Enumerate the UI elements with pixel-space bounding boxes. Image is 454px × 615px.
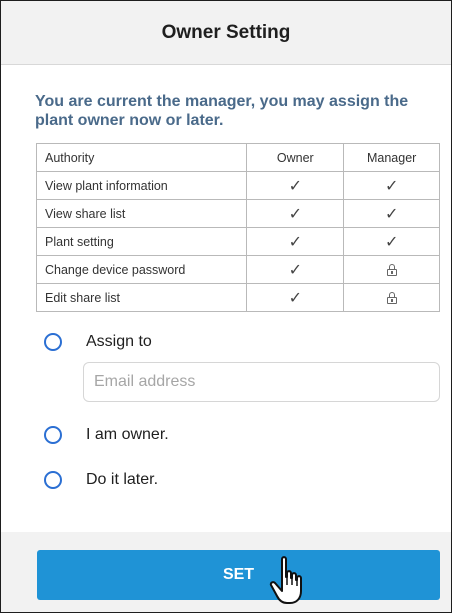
assign-to-radio[interactable] [44,333,62,351]
owner-check-icon: ✓ [246,171,345,200]
do-it-later-radio[interactable] [44,471,62,489]
table-row: View plant information ✓ ✓ [35,171,440,200]
option-do-it-later[interactable]: Do it later. [44,471,158,489]
table-row: View share list ✓ ✓ [35,199,440,228]
table-row: Edit share list ✓ [35,283,440,312]
owner-check-icon: ✓ [246,255,345,284]
owner-check-icon: ✓ [246,199,345,228]
assign-to-label: Assign to [86,333,152,350]
option-i-am-owner[interactable]: I am owner. [44,426,169,444]
manager-lock-cell [343,283,440,312]
authority-table: Authority Owner Manager View plant infor… [35,143,440,312]
hand-pointer-icon [269,556,302,604]
header-manager: Manager [343,143,440,172]
page-title: Owner Setting [161,21,291,43]
row-label: View plant information [35,171,248,200]
manager-notice: You are current the manager, you may ass… [35,93,409,129]
header-authority: Authority [35,143,248,172]
set-button[interactable]: SET [37,550,440,600]
option-assign-to[interactable]: Assign to [44,333,152,351]
lock-icon [386,291,397,304]
table-row: Change device password ✓ [35,255,440,284]
row-label: Edit share list [35,283,248,312]
manager-check-icon: ✓ [343,171,440,200]
manager-lock-cell [343,255,440,284]
do-it-later-label: Do it later. [86,471,159,488]
i-am-owner-radio[interactable] [44,426,62,444]
manager-check-icon: ✓ [343,227,440,256]
i-am-owner-label: I am owner. [86,426,169,443]
header-owner: Owner [246,143,345,172]
owner-check-icon: ✓ [246,227,345,256]
table-row: Plant setting ✓ ✓ [35,227,440,256]
lock-icon [386,263,397,276]
row-label: View share list [35,199,248,228]
row-label: Plant setting [35,227,248,256]
table-header-row: Authority Owner Manager [35,143,440,172]
row-label: Change device password [35,255,248,284]
header-bar: Owner Setting [1,1,451,65]
owner-check-icon: ✓ [246,283,345,312]
email-input[interactable] [83,362,440,402]
manager-check-icon: ✓ [343,199,440,228]
